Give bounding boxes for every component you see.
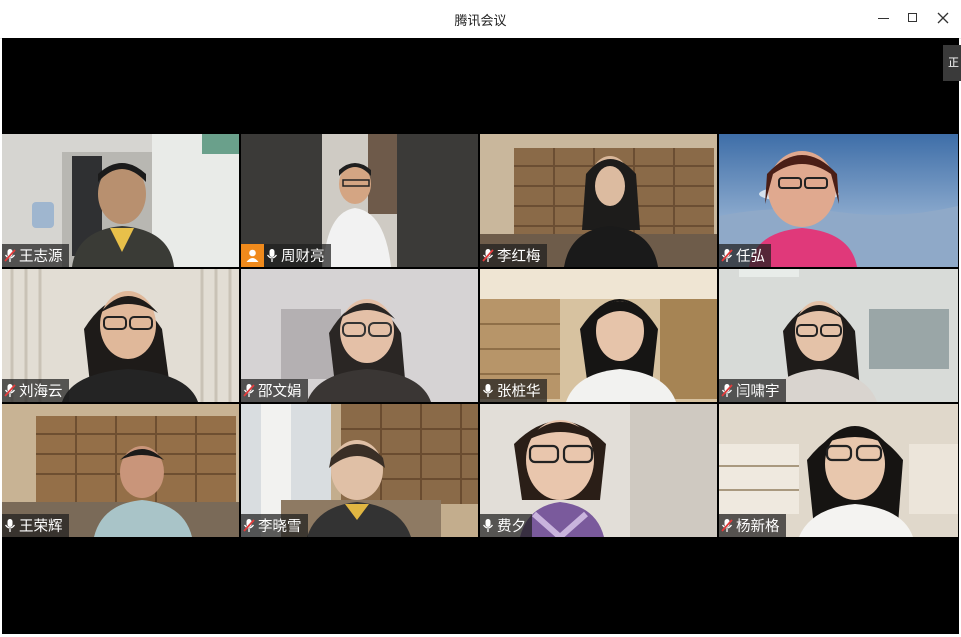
host-badge — [241, 244, 264, 267]
participant-tile[interactable]: 费夕 — [480, 404, 717, 537]
participant-label: 邵文娟 — [241, 379, 308, 402]
participant-label: 杨新格 — [719, 514, 786, 537]
participant-name: 任弘 — [736, 249, 765, 265]
maximize-button[interactable] — [901, 7, 925, 29]
mic-muted-icon — [719, 514, 736, 537]
participant-name: 费夕 — [497, 519, 526, 535]
participant-grid: 王志源 周财亮 李红梅 任弘 刘海云 邵文娟 张桩华 闫啸宇 王荣辉 李晓雪 费… — [2, 134, 958, 538]
participant-tile[interactable]: 任弘 — [719, 134, 958, 267]
participant-name: 闫啸宇 — [736, 384, 780, 400]
participant-name: 李晓雪 — [258, 519, 302, 535]
participant-name: 李红梅 — [497, 249, 541, 265]
participant-name: 王志源 — [19, 249, 63, 265]
participant-label: 费夕 — [480, 514, 532, 537]
title-bar: 腾讯会议 — [0, 0, 961, 39]
participant-tile[interactable]: 王志源 — [2, 134, 239, 267]
participant-tile[interactable]: 杨新格 — [719, 404, 958, 537]
participant-name: 刘海云 — [19, 384, 63, 400]
participant-name: 周财亮 — [281, 249, 325, 265]
participant-tile[interactable]: 张桩华 — [480, 269, 717, 402]
mic-muted-icon — [719, 379, 736, 402]
participant-name: 王荣辉 — [19, 519, 63, 535]
participant-tile[interactable]: 邵文娟 — [241, 269, 478, 402]
mic-icon — [480, 379, 497, 402]
close-button[interactable] — [931, 7, 955, 29]
mic-muted-icon — [719, 244, 736, 267]
participant-tile[interactable]: 李晓雪 — [241, 404, 478, 537]
mic-muted-icon — [2, 379, 19, 402]
participant-tile[interactable]: 刘海云 — [2, 269, 239, 402]
window-title: 腾讯会议 — [454, 14, 507, 29]
side-panel-tab[interactable]: 正 — [943, 45, 961, 81]
mic-muted-icon — [241, 514, 258, 537]
participant-label: 闫啸宇 — [719, 379, 786, 402]
mic-icon — [264, 244, 281, 267]
mic-icon — [2, 514, 19, 537]
participant-tile[interactable]: 周财亮 — [241, 134, 478, 267]
participant-label: 王荣辉 — [2, 514, 69, 537]
participant-tile[interactable]: 王荣辉 — [2, 404, 239, 537]
minimize-icon — [878, 18, 889, 19]
participant-label: 王志源 — [2, 244, 69, 267]
participant-label: 周财亮 — [264, 244, 331, 267]
participant-label: 任弘 — [719, 244, 771, 267]
participant-label: 刘海云 — [2, 379, 69, 402]
participant-name: 杨新格 — [736, 519, 780, 535]
participant-label: 张桩华 — [480, 379, 547, 402]
participant-label: 李晓雪 — [241, 514, 308, 537]
mic-muted-icon — [480, 244, 497, 267]
mic-muted-icon — [241, 379, 258, 402]
maximize-icon — [908, 13, 917, 22]
participant-name: 张桩华 — [497, 384, 541, 400]
close-icon — [937, 12, 949, 24]
mic-icon — [480, 514, 497, 537]
participant-tile[interactable]: 李红梅 — [480, 134, 717, 267]
mic-muted-icon — [2, 244, 19, 267]
minimize-button[interactable] — [872, 7, 896, 29]
participant-label: 李红梅 — [480, 244, 547, 267]
participant-tile[interactable]: 闫啸宇 — [719, 269, 958, 402]
participant-name: 邵文娟 — [258, 384, 302, 400]
person-icon — [246, 249, 259, 262]
